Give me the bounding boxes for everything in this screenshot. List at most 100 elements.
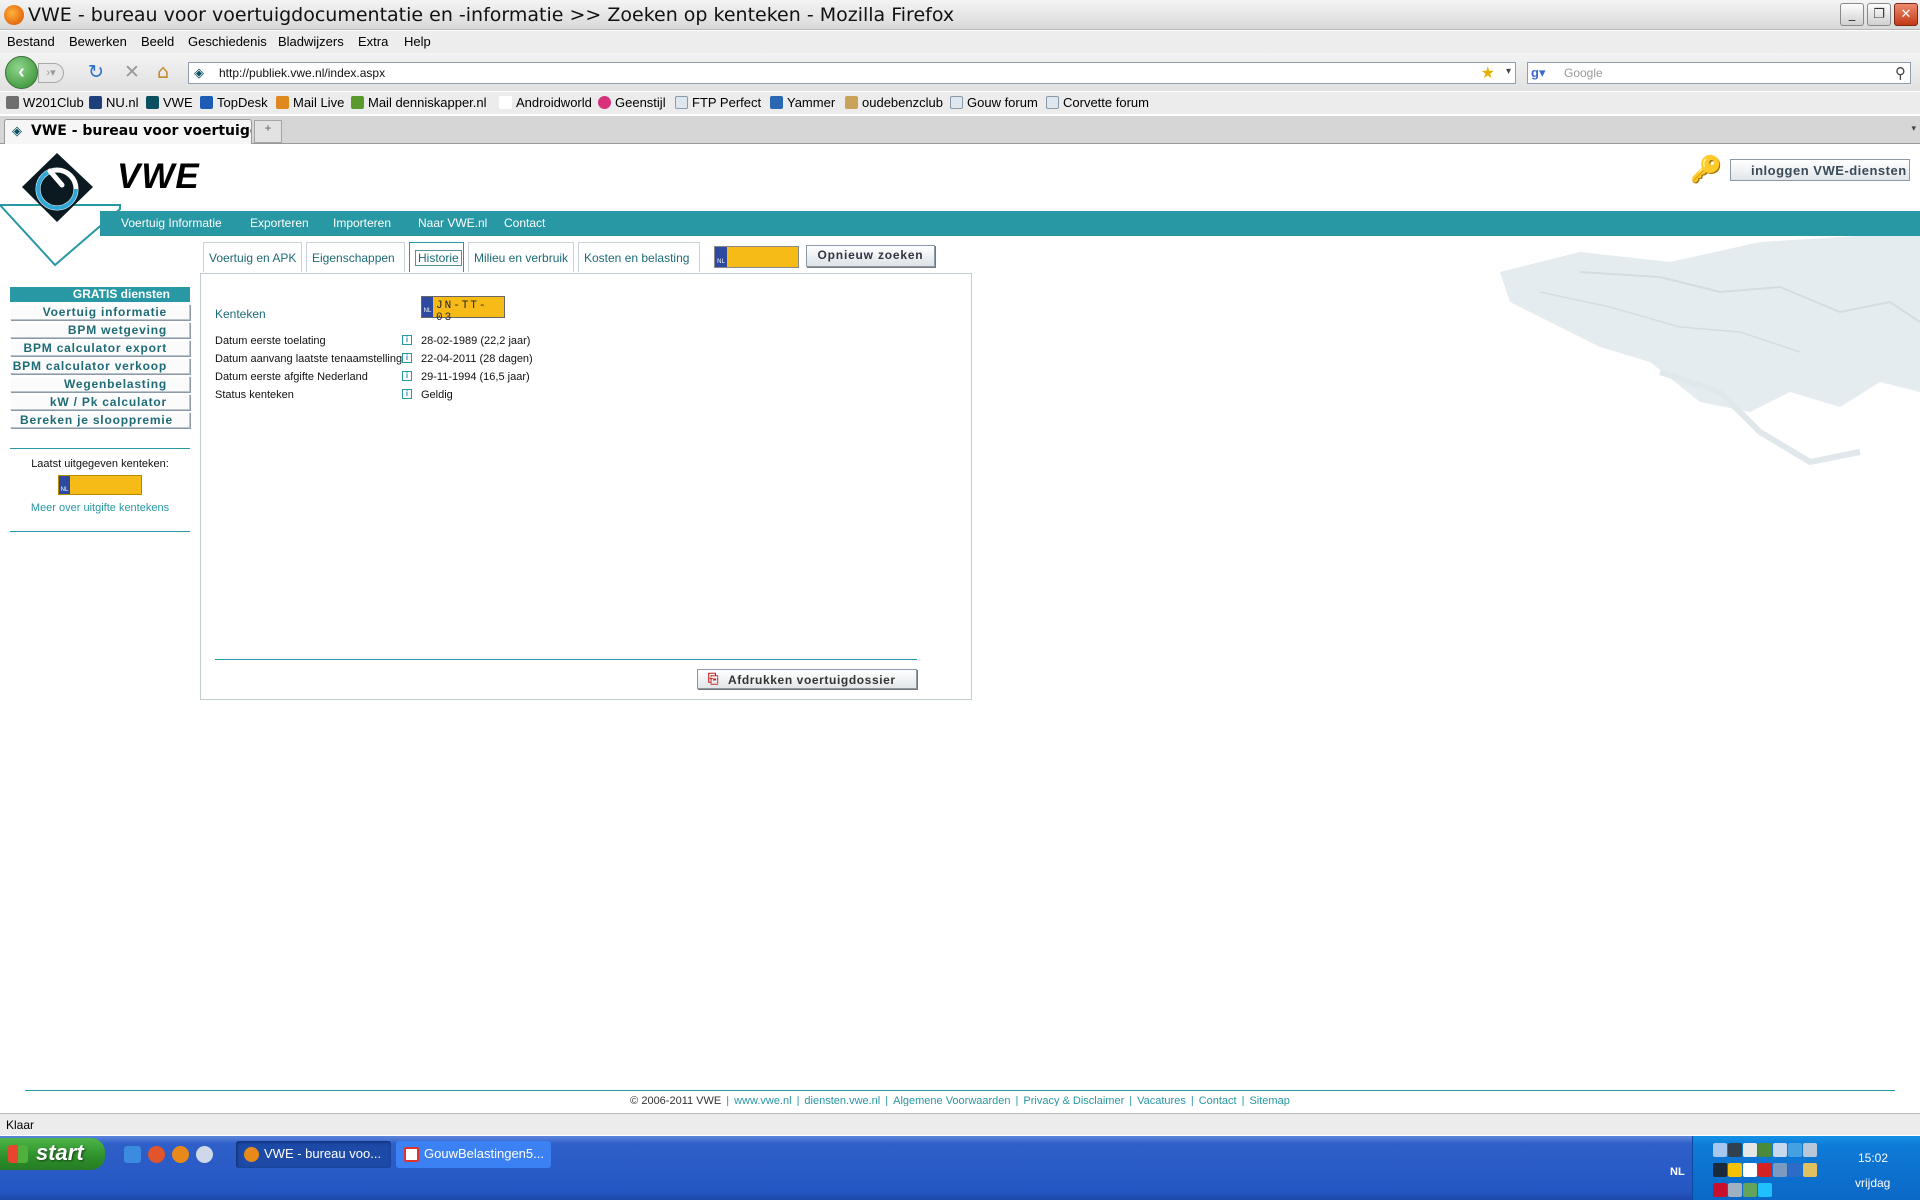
minimize-button[interactable]: _ [1840,3,1864,26]
forward-arrow-icon[interactable]: ›▾ [38,63,64,83]
bookmark-star-icon[interactable]: ★ [1481,63,1495,83]
plate-search-input[interactable]: NL [714,246,799,268]
nav-importeren[interactable]: Importeren [333,216,391,230]
tray-app-icon[interactable] [1743,1143,1757,1157]
tray-app-icon[interactable] [1728,1143,1742,1157]
media-quicklaunch-icon[interactable] [196,1146,213,1163]
url-dropdown-icon[interactable]: ▾ [1506,66,1511,77]
tray-app-icon[interactable] [1728,1163,1742,1177]
ie-quicklaunch-icon[interactable] [124,1146,141,1163]
bookmark-nunl[interactable]: NU.nl [89,95,139,110]
tray-app-icon[interactable] [1803,1143,1817,1157]
bookmark-vwe[interactable]: VWE [146,95,193,110]
tray-app-icon[interactable] [1773,1143,1787,1157]
taskbar-button-vwe[interactable]: VWE - bureau voo... [236,1141,391,1168]
sidebar-item-kw-pk-calculator[interactable]: kW / Pk calculator [10,394,190,410]
sidebar-item-sloopremie[interactable]: Bereken je sloop­premie [10,412,190,428]
menu-bladwijzers[interactable]: Bladwijzers [278,34,344,49]
footer-link-voorwaarden[interactable]: Algemene Voorwaarden [893,1095,1010,1106]
tray-app-icon[interactable] [1758,1183,1772,1197]
clock[interactable]: 15:02 [1858,1151,1888,1165]
nav-naar-vwe[interactable]: Naar VWE.nl [418,216,487,230]
login-vwe-diensten-button[interactable]: inloggen VWE-diensten [1730,159,1910,181]
menu-extra[interactable]: Extra [358,34,388,49]
footer-link-www[interactable]: www.vwe.nl [734,1095,791,1106]
tab-historie[interactable]: Historie [409,242,464,272]
print-vehicle-dossier-button[interactable]: ⎘ Afdrukken voertuigdossier [697,669,917,689]
footer-link-sitemap[interactable]: Sitemap [1249,1095,1289,1106]
tray-app-icon[interactable] [1743,1163,1757,1177]
maximize-button[interactable]: ❐ [1867,3,1891,26]
start-button[interactable]: start [0,1138,105,1170]
tab-voertuig-apk[interactable]: Voertuig en APK [203,242,302,272]
bookmark-yammer[interactable]: Yammer [770,95,835,110]
tray-app-icon[interactable] [1713,1143,1727,1157]
tray-app-icon[interactable] [1788,1163,1802,1177]
more-about-plates-link[interactable]: Meer over uitgifte kentekens [10,502,190,514]
close-button[interactable]: ✕ [1894,3,1918,26]
reload-icon[interactable]: ↻ [88,62,104,82]
home-icon[interactable]: ⌂ [157,62,169,82]
sidebar-item-bpm-wetgeving[interactable]: BPM wetgeving [10,322,190,338]
tray-app-icon[interactable] [1758,1163,1772,1177]
tray-app-icon[interactable] [1713,1183,1727,1197]
app-quicklaunch-icon[interactable] [148,1146,165,1163]
bookmark-geenstijl[interactable]: Geenstijl [598,95,666,110]
search-icon[interactable]: ⚲ [1895,64,1906,82]
info-icon[interactable]: i [402,353,412,363]
google-icon[interactable]: g▾ [1531,65,1547,81]
menu-beeld[interactable]: Beeld [141,34,174,49]
stop-icon[interactable]: ✕ [124,62,140,82]
tray-app-icon[interactable] [1743,1183,1757,1197]
tray-app-icon[interactable] [1728,1183,1742,1197]
search-again-button[interactable]: Opnieuw zoeken [806,245,935,267]
tray-app-icon[interactable] [1773,1163,1787,1177]
bookmark-w201club[interactable]: W201Club [6,95,84,110]
bookmark-oudebenzclub[interactable]: oudebenzclub [845,95,943,110]
info-icon[interactable]: i [402,389,412,399]
taskbar-button-gouwbelastingen[interactable]: GouwBelastingen5... [396,1141,551,1168]
sidebar-item-bpm-calculator-export[interactable]: BPM calculator export [10,340,190,356]
footer-link-diensten[interactable]: diensten.vwe.nl [804,1095,880,1106]
sidebar-item-voertuig-informatie[interactable]: Voertuig informatie [10,304,190,320]
footer-link-contact[interactable]: Contact [1199,1095,1237,1106]
info-icon[interactable]: i [402,371,412,381]
tab-kosten-belasting[interactable]: Kosten en belasting [578,242,700,272]
bookmark-gouw-forum[interactable]: Gouw forum [950,95,1038,110]
tab-milieu-verbruik[interactable]: Milieu en verbruik [468,242,574,272]
back-arrow-icon[interactable]: ‹ [5,56,38,89]
bookmark-corvette-forum[interactable]: Corvette forum [1046,95,1149,110]
bookmark-topdesk[interactable]: TopDesk [200,95,268,110]
language-indicator[interactable]: NL [1670,1166,1685,1178]
tray-app-icon[interactable] [1758,1143,1772,1157]
menu-help[interactable]: Help [404,34,431,49]
nav-voertuig-informatie[interactable]: Voertuig Informatie [121,216,222,230]
footer-link-vacatures[interactable]: Vacatures [1137,1095,1186,1106]
site-footer: © 2006-2011 VWE | www.vwe.nl | diensten.vwe.… [630,1095,1290,1106]
bookmark-ftp-perfect[interactable]: FTP Perfect [675,95,761,110]
bookmark-mail-live[interactable]: Mail Live [276,95,344,110]
new-tab-button[interactable]: + [254,120,282,143]
tab-eigenschappen[interactable]: Eigenschappen [306,242,405,272]
nav-contact[interactable]: Contact [504,216,545,230]
firefox-quicklaunch-icon[interactable] [172,1146,189,1163]
menu-geschiedenis[interactable]: Geschiedenis [188,34,267,49]
nav-exporteren[interactable]: Exporteren [250,216,309,230]
bookmark-androidworld[interactable]: Androidworld [499,95,592,110]
sidebar-item-wegenbelasting[interactable]: Wegenbelasting [10,376,190,392]
search-box[interactable]: g▾ Google ⚲ [1527,62,1911,84]
tab-list-icon[interactable]: ▾ [1911,123,1916,134]
window-titlebar[interactable]: VWE - bureau voor voertuigdocumentatie e… [0,0,1920,30]
footer-link-privacy[interactable]: Privacy & Disclaimer [1023,1095,1124,1106]
url-bar[interactable]: ◈ http://publiek.vwe.nl/index.aspx ★ ▾ [188,62,1516,84]
info-icon[interactable]: i [402,335,412,345]
menu-bestand[interactable]: Bestand [7,34,55,49]
tray-app-icon[interactable] [1803,1163,1817,1177]
menu-bewerken[interactable]: Bewerken [69,34,127,49]
tab-vwe[interactable]: ◈ VWE - bureau voor voertuigdoc... [4,119,252,144]
tray-app-icon[interactable] [1788,1143,1802,1157]
sidebar-item-bpm-calculator-verkoop[interactable]: BPM calculator verkoop [10,358,190,374]
bookmark-mail-denniskapper[interactable]: Mail denniskapper.nl [351,95,487,110]
tray-app-icon[interactable] [1713,1163,1727,1177]
site-brand[interactable]: VWE [117,157,200,197]
